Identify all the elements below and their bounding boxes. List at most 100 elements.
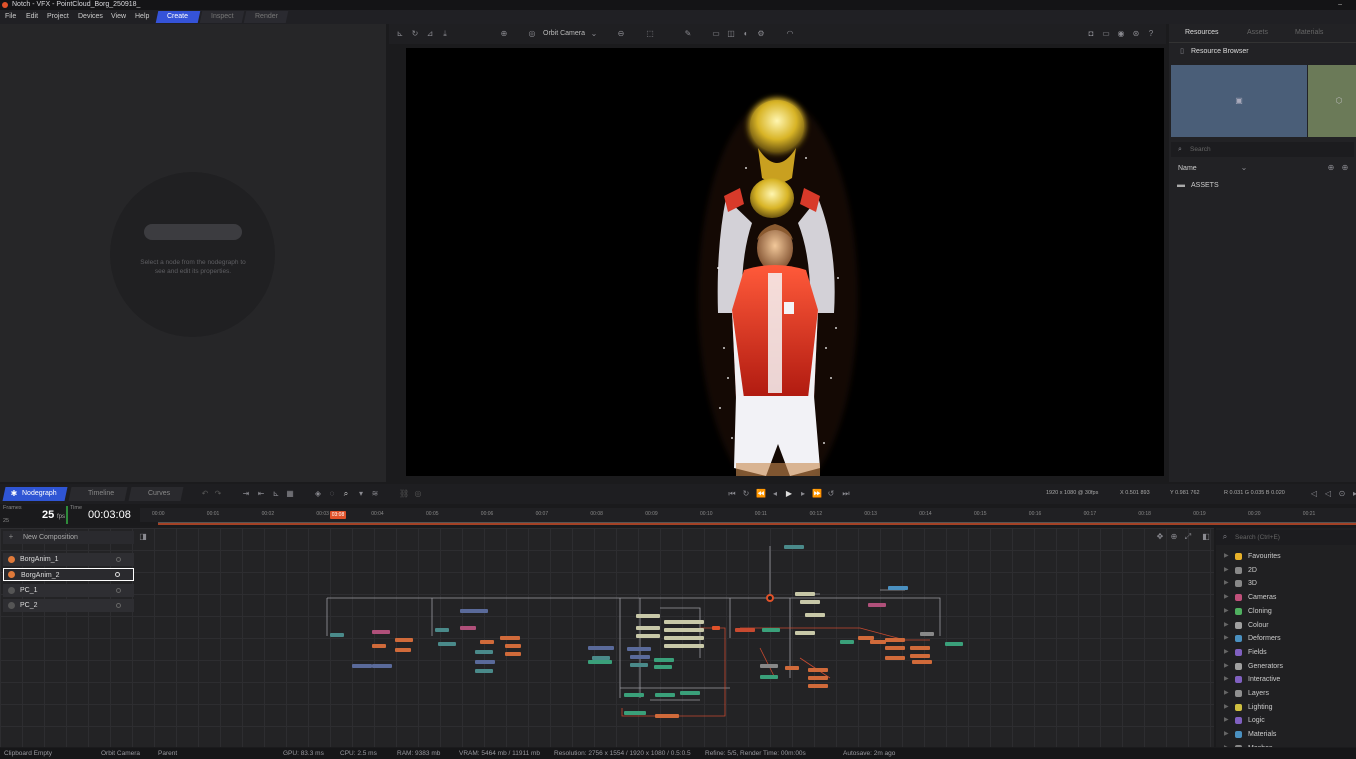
lasso-icon[interactable]: ◌ bbox=[327, 489, 337, 499]
expand-arrow-icon[interactable]: ▶ bbox=[1224, 728, 1229, 741]
skip-end-icon[interactable]: ⏭ bbox=[841, 489, 851, 499]
expand-arrow-icon[interactable]: ▶ bbox=[1224, 646, 1229, 659]
undo-icon[interactable]: ↶ bbox=[200, 489, 210, 499]
shading-icon[interactable]: ◐ bbox=[741, 29, 751, 39]
graph-node[interactable] bbox=[475, 660, 495, 664]
fps-value[interactable]: 25 bbox=[42, 509, 54, 521]
menu-devices[interactable]: Devices bbox=[78, 10, 103, 24]
tab-render[interactable]: Render bbox=[243, 11, 289, 23]
graph-node[interactable] bbox=[475, 650, 493, 654]
graph-node[interactable] bbox=[808, 684, 828, 688]
graph-node[interactable] bbox=[785, 666, 799, 670]
expand-arrow-icon[interactable]: ▶ bbox=[1224, 605, 1229, 618]
grid-icon[interactable]: ▦ bbox=[285, 489, 295, 499]
resource-thumb-3d[interactable]: ⬡ bbox=[1308, 65, 1356, 137]
graph-node[interactable] bbox=[885, 646, 905, 650]
skip-start-icon[interactable]: ⏮ bbox=[727, 489, 737, 499]
library-search[interactable]: ⌕ Search (Ctrl+E) bbox=[1216, 530, 1356, 545]
graph-node[interactable] bbox=[655, 693, 675, 697]
graph-node[interactable] bbox=[664, 636, 704, 640]
graph-node[interactable] bbox=[636, 634, 660, 638]
graph-node[interactable] bbox=[654, 665, 672, 669]
expand-arrow-icon[interactable]: ▶ bbox=[1224, 577, 1229, 590]
link-icon[interactable]: ⛓ bbox=[399, 489, 409, 499]
graph-node[interactable] bbox=[762, 628, 780, 632]
selection-icon[interactable]: ⬚ bbox=[645, 29, 655, 39]
expand-arrow-icon[interactable]: ▶ bbox=[1224, 701, 1229, 714]
library-category[interactable]: ▶ Interactive bbox=[1220, 673, 1350, 686]
select-icon[interactable]: ⌕ bbox=[341, 489, 351, 499]
graph-node[interactable] bbox=[438, 642, 456, 646]
chevron-down-icon[interactable]: ⌄ bbox=[1239, 163, 1249, 173]
library-category[interactable]: ▶ Deformers bbox=[1220, 632, 1350, 645]
graph-node[interactable] bbox=[655, 714, 679, 718]
library-category[interactable]: ▶ Cloning bbox=[1220, 605, 1350, 618]
graph-node[interactable] bbox=[910, 654, 930, 658]
graph-node[interactable] bbox=[945, 642, 963, 646]
node-icon[interactable]: ◈ bbox=[313, 489, 323, 499]
menu-edit[interactable]: Edit bbox=[26, 10, 38, 24]
graph-node[interactable] bbox=[654, 658, 674, 662]
graph-node[interactable] bbox=[588, 660, 612, 664]
display-icon[interactable]: ▭ bbox=[711, 29, 721, 39]
graph-node[interactable] bbox=[735, 628, 755, 632]
volume-icon[interactable]: ◁ bbox=[1323, 489, 1333, 499]
expand-arrow-icon[interactable]: ▶ bbox=[1224, 673, 1229, 686]
graph-node[interactable] bbox=[630, 655, 650, 659]
unlink-icon[interactable]: ◎ bbox=[413, 489, 423, 499]
axis-icon[interactable]: ⊾ bbox=[395, 29, 405, 39]
compass-icon[interactable]: ⊛ bbox=[1131, 29, 1141, 39]
graph-node[interactable] bbox=[870, 640, 886, 644]
graph-node[interactable] bbox=[636, 626, 660, 630]
graph-node[interactable] bbox=[500, 636, 520, 640]
expand-arrow-icon[interactable]: ▶ bbox=[1224, 591, 1229, 604]
graph-node[interactable] bbox=[435, 628, 449, 632]
expand-arrow-icon[interactable]: ▶ bbox=[1224, 742, 1229, 747]
menu-help[interactable]: Help bbox=[135, 10, 149, 24]
rotate-icon[interactable]: ↻ bbox=[410, 29, 420, 39]
library-category[interactable]: ▶ Materials bbox=[1220, 728, 1350, 741]
graph-node[interactable] bbox=[505, 652, 521, 656]
settings-icon[interactable]: ⊙ bbox=[1337, 489, 1347, 499]
menu-view[interactable]: View bbox=[111, 10, 126, 24]
graph-node[interactable] bbox=[920, 632, 934, 636]
library-category[interactable]: ▶ 3D bbox=[1220, 577, 1350, 590]
graph-node[interactable] bbox=[808, 676, 828, 680]
record-icon[interactable]: ◉ bbox=[1116, 29, 1126, 39]
folder-assets[interactable]: ASSETS bbox=[1191, 182, 1219, 189]
resource-search[interactable]: ⌕ Search bbox=[1171, 142, 1354, 157]
library-category[interactable]: ▶ Cameras bbox=[1220, 591, 1350, 604]
playhead[interactable]: 03:08 bbox=[330, 511, 346, 519]
library-category[interactable]: ▶ Logic bbox=[1220, 714, 1350, 727]
graph-node[interactable] bbox=[760, 664, 778, 668]
gizmo-icon[interactable]: ⚙ bbox=[756, 29, 766, 39]
graph-node[interactable] bbox=[808, 668, 828, 672]
scale-icon[interactable]: ⊿ bbox=[425, 29, 435, 39]
resource-thumb-image[interactable]: ▣ bbox=[1171, 65, 1307, 137]
graph-node[interactable] bbox=[395, 638, 413, 642]
loop-icon[interactable]: ↻ bbox=[741, 489, 751, 499]
graph-node[interactable] bbox=[868, 603, 886, 607]
graph-node[interactable] bbox=[627, 647, 651, 651]
expand-arrow-icon[interactable]: ▶ bbox=[1224, 564, 1229, 577]
expand-arrow-icon[interactable]: ▶ bbox=[1224, 550, 1229, 563]
minimize-button[interactable]: – bbox=[1338, 0, 1342, 10]
tab-assets[interactable]: Assets bbox=[1247, 29, 1268, 36]
graph-node[interactable] bbox=[840, 640, 854, 644]
graph-node[interactable] bbox=[460, 626, 476, 630]
library-category[interactable]: ▶ Layers bbox=[1220, 687, 1350, 700]
vr-icon[interactable]: ◠ bbox=[785, 29, 795, 39]
nodegraph-canvas[interactable]: + New Composition ◨ BorgAnim_1 BorgAnim_… bbox=[0, 528, 1214, 747]
expand-arrow-icon[interactable]: ▶ bbox=[1224, 714, 1229, 727]
graph-node[interactable] bbox=[588, 646, 614, 650]
graph-node[interactable] bbox=[885, 656, 905, 660]
graph-node[interactable] bbox=[760, 675, 778, 679]
stack-icon[interactable]: ≋ bbox=[370, 489, 380, 499]
time-ruler[interactable]: 00:00 00:01 00:02 00:03 00:04 00:05 00:06 00:07… bbox=[140, 508, 1356, 525]
graph-node[interactable] bbox=[636, 614, 660, 618]
step-forward-icon[interactable]: ▸ bbox=[798, 489, 808, 499]
tab-curves[interactable]: Curves bbox=[128, 487, 184, 501]
graph-node[interactable] bbox=[624, 711, 646, 715]
graph-node[interactable] bbox=[372, 630, 390, 634]
screenshot-icon[interactable]: ◘ bbox=[1086, 29, 1096, 39]
